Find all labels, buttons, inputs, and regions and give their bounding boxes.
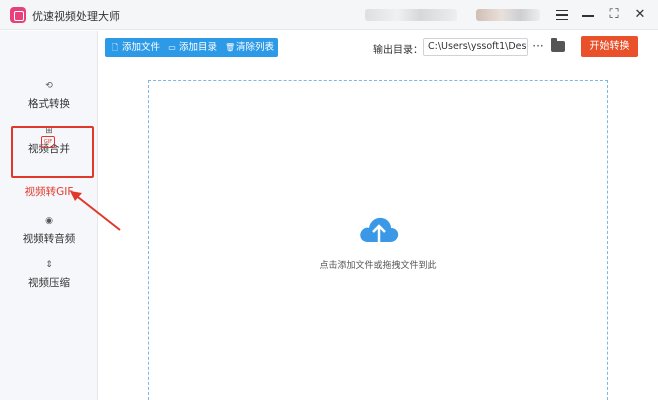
audio-icon: ◉ [45, 216, 53, 226]
compress-icon: ⇕ [45, 260, 53, 270]
annotation-highlight-box [11, 126, 94, 178]
sidebar-item-format-convert[interactable]: ⟲ 格式转换 [0, 76, 98, 116]
close-icon[interactable]: ✕ [630, 5, 650, 25]
folder-icon: ▭ [168, 43, 176, 52]
title-bar: 优速视频处理大师 ⛶ ✕ [0, 0, 658, 30]
open-folder-icon[interactable] [551, 38, 565, 52]
add-folder-button[interactable]: ▭ 添加目录 [168, 38, 217, 57]
add-file-button[interactable]: 🗋 添加文件 [111, 38, 160, 57]
window-title: 优速视频处理大师 [32, 10, 120, 23]
maximize-icon[interactable]: ⛶ [604, 5, 624, 25]
blurred-account-info [365, 9, 457, 21]
clear-list-label: 清除列表 [236, 42, 275, 53]
clear-list-button[interactable]: 🗑清除列表 [225, 38, 274, 57]
file-icon: 🗋 [111, 43, 119, 52]
menu-icon[interactable] [552, 5, 572, 25]
add-folder-label: 添加目录 [179, 42, 218, 53]
annotation-arrow-icon [70, 191, 121, 231]
minimize-icon[interactable] [578, 5, 598, 25]
file-toolbar: 🗋 添加文件 ▭ 添加目录 🗑清除列表 [105, 38, 278, 57]
start-convert-button[interactable]: 开始转换 [581, 36, 638, 57]
sidebar-item-video-compress[interactable]: ⇕ 视频压缩 [0, 255, 98, 295]
sidebar-item-label: 格式转换 [28, 98, 70, 110]
app-logo-icon [10, 7, 26, 23]
add-file-label: 添加文件 [122, 42, 161, 53]
output-directory-label: 输出目录： [373, 45, 423, 56]
drop-zone-hint: 点击添加文件或拖拽文件到此 [319, 261, 437, 271]
sidebar-item-label: 视频压缩 [28, 277, 70, 289]
format-convert-icon: ⟲ [45, 81, 53, 91]
trash-icon: 🗑 [225, 43, 236, 52]
more-options-button[interactable]: ··· [531, 38, 545, 56]
output-path-field[interactable]: C:\Users\yssoft1\Deskt [423, 38, 528, 56]
cloud-upload-icon[interactable] [358, 214, 400, 248]
blurred-user-avatar [476, 9, 540, 21]
